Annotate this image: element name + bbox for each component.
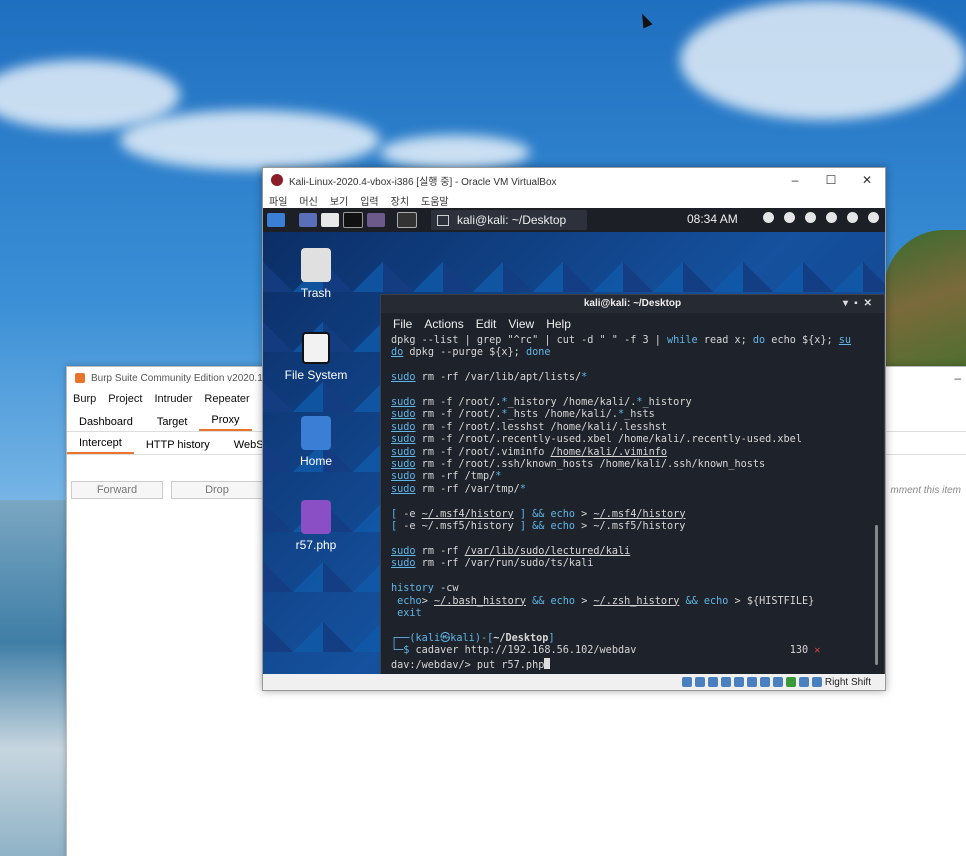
network-status-icon[interactable]: [720, 677, 731, 687]
tab-http-history[interactable]: HTTP history: [134, 436, 222, 454]
terminal-command: cadaver http://192.168.56.102/webdav: [415, 645, 637, 657]
taskbar-terminal-item[interactable]: kali@kali: ~/Desktop: [431, 210, 587, 230]
cloud: [680, 0, 966, 120]
notifications-icon[interactable]: [805, 212, 816, 223]
audio-status-icon[interactable]: [707, 677, 718, 687]
terminal-icon[interactable]: [343, 212, 363, 228]
text-cursor: [544, 657, 551, 669]
vbox-menu-file[interactable]: 파일: [263, 193, 293, 208]
panel-clock[interactable]: 08:34 AM: [687, 212, 738, 226]
vbox-menu-help[interactable]: 도움말: [415, 193, 455, 208]
power-icon[interactable]: [868, 212, 879, 223]
windows-desktop: Burp Suite Community Edition v2020.12. –…: [0, 0, 966, 856]
hdd-status-icon[interactable]: [681, 677, 692, 687]
virtualbox-window[interactable]: Kali-Linux-2020.4-vbox-i386 [실행 중] - Ora…: [262, 167, 886, 691]
workspace-icon[interactable]: [397, 212, 417, 228]
kali-menu-icon[interactable]: [267, 213, 285, 227]
home-folder-icon: [301, 416, 331, 450]
menu-project[interactable]: Project: [102, 393, 148, 405]
virtualbox-logo-icon: [271, 174, 283, 186]
comment-field[interactable]: mment this item: [890, 485, 961, 496]
menu-repeater[interactable]: Repeater: [198, 393, 255, 405]
terminal-menu-bar: File Actions Edit View Help: [381, 313, 884, 335]
vm-screen[interactable]: kali@kali: ~/Desktop 08:34 AM Trash File…: [263, 208, 885, 674]
close-button[interactable]: ✕: [849, 168, 885, 192]
kali-top-panel: kali@kali: ~/Desktop 08:34 AM: [263, 208, 885, 232]
keyboard-status-icon[interactable]: [811, 677, 822, 687]
webdav-prompt: dav:/webdav/> put r57.php: [391, 659, 545, 671]
burp-logo-icon: [75, 373, 85, 383]
window-controls: – ☐ ✕: [777, 168, 885, 192]
mouse-integration-icon[interactable]: [798, 677, 809, 687]
taskbar-item-label: kali@kali: ~/Desktop: [457, 213, 567, 227]
terminal-window[interactable]: kali@kali: ~/Desktop ▾▪✕ File Actions Ed…: [380, 294, 885, 674]
prompt-host: kali: [450, 632, 475, 644]
terminal-window-controls[interactable]: ▾▪✕: [843, 295, 878, 313]
vbox-menu-bar: 파일 머신 보기 입력 장치 도움말: [263, 192, 885, 208]
cloud: [120, 110, 380, 170]
display-status-icon[interactable]: [759, 677, 770, 687]
shared-folder-icon[interactable]: [746, 677, 757, 687]
icon-label: Trash: [300, 286, 332, 300]
usb-status-icon[interactable]: [733, 677, 744, 687]
vbox-menu-input[interactable]: 입력: [354, 193, 384, 208]
recording-icon[interactable]: [772, 677, 783, 687]
minimize-icon[interactable]: –: [954, 371, 961, 385]
php-file-icon: [301, 500, 331, 534]
vbox-menu-machine[interactable]: 머신: [293, 193, 323, 208]
mouse-cursor-icon: [637, 11, 653, 29]
tab-proxy[interactable]: Proxy: [199, 411, 252, 431]
terminal-menu-edit[interactable]: Edit: [470, 317, 503, 331]
display-icon[interactable]: [763, 212, 774, 223]
file-manager-icon[interactable]: [321, 213, 339, 227]
terminal-output[interactable]: dpkg --list | grep "^rc" | cut -d " " -f…: [381, 335, 884, 672]
host-key-label: Right Shift: [824, 676, 871, 688]
network-icon[interactable]: [826, 212, 837, 223]
desktop-icon-r57-php[interactable]: r57.php: [271, 500, 361, 552]
terminal-title: kali@kali: ~/Desktop: [583, 298, 682, 309]
terminal-menu-view[interactable]: View: [502, 317, 540, 331]
drop-button[interactable]: Drop: [171, 481, 263, 499]
icon-label: Home: [299, 454, 332, 468]
lock-icon[interactable]: [847, 212, 858, 223]
cliff-background: [884, 230, 966, 370]
vbox-menu-devices[interactable]: 장치: [385, 193, 415, 208]
intercept-button-row: Forward Drop: [71, 481, 263, 499]
exit-status: 130: [789, 645, 809, 657]
system-tray: [763, 212, 879, 223]
minimize-button[interactable]: –: [777, 168, 813, 192]
terminal-menu-actions[interactable]: Actions: [418, 317, 469, 331]
desktop-icon-file-system[interactable]: File System: [271, 332, 361, 382]
prompt-user: kali: [415, 632, 441, 644]
vbox-title: Kali-Linux-2020.4-vbox-i386 [실행 중] - Ora…: [289, 176, 557, 188]
terminal-title-bar[interactable]: kali@kali: ~/Desktop ▾▪✕: [381, 295, 884, 313]
forward-button[interactable]: Forward: [71, 481, 163, 499]
maximize-button[interactable]: ☐: [813, 168, 849, 192]
menu-burp[interactable]: Burp: [67, 393, 102, 405]
show-desktop-icon[interactable]: [299, 213, 317, 227]
cpu-status-icon[interactable]: [785, 677, 796, 687]
prompt-path: ~/Desktop: [493, 632, 549, 644]
desktop-icon-home[interactable]: Home: [271, 416, 361, 468]
terminal-small-icon: [437, 214, 449, 226]
terminal-menu-help[interactable]: Help: [540, 317, 577, 331]
volume-icon[interactable]: [784, 212, 795, 223]
tab-target[interactable]: Target: [145, 413, 200, 431]
cloud: [380, 135, 530, 170]
burp-title: Burp Suite Community Edition v2020.12.: [91, 372, 272, 384]
desktop-icon-trash[interactable]: Trash: [271, 248, 361, 300]
terminal-menu-file[interactable]: File: [387, 317, 418, 331]
vbox-status-bar: Right Shift: [263, 674, 885, 690]
menu-intruder[interactable]: Intruder: [149, 393, 199, 405]
drive-icon: [302, 332, 330, 364]
optical-drive-icon[interactable]: [694, 677, 705, 687]
browser-icon[interactable]: [367, 213, 385, 227]
tab-dashboard[interactable]: Dashboard: [67, 413, 145, 431]
vbox-menu-view[interactable]: 보기: [324, 193, 354, 208]
terminal-scrollbar[interactable]: [875, 525, 878, 665]
icon-label: File System: [284, 368, 348, 382]
icon-label: r57.php: [295, 538, 337, 552]
trash-icon: [301, 248, 331, 282]
tab-intercept[interactable]: Intercept: [67, 434, 134, 454]
